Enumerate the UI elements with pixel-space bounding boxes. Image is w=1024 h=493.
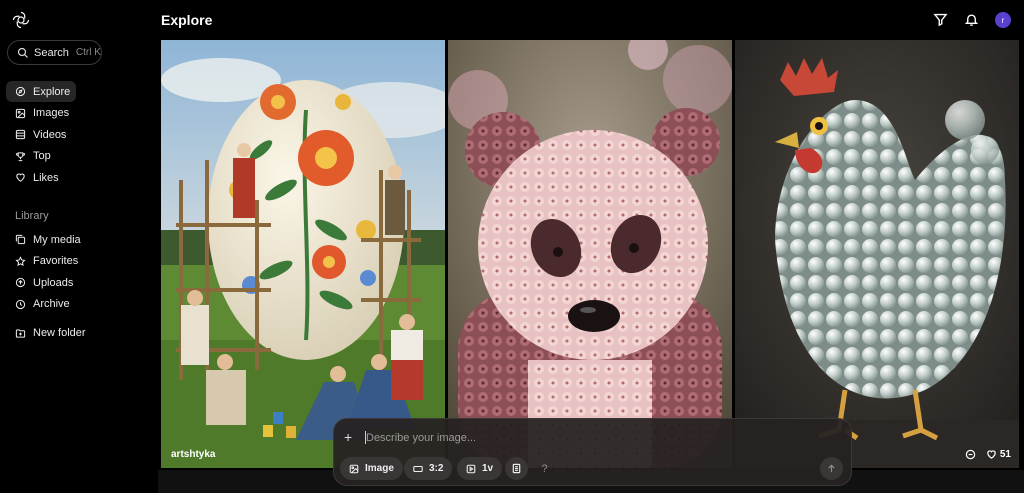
play-icon — [466, 464, 476, 473]
mode-selector[interactable]: Image — [340, 457, 403, 480]
library-item-my-media[interactable]: My media — [6, 229, 149, 250]
panda-image — [448, 40, 732, 468]
tile-author[interactable]: artshtyka — [171, 449, 215, 460]
filter-icon[interactable] — [933, 12, 948, 27]
nav-label: Archive — [33, 298, 70, 311]
submit-button[interactable] — [820, 457, 843, 480]
library-item-archive[interactable]: Archive — [6, 294, 149, 315]
search-button[interactable]: Search Ctrl K — [7, 40, 102, 65]
library-item-new-folder[interactable]: New folder — [6, 323, 149, 344]
mode-label: Image — [365, 463, 394, 474]
nav-label: Favorites — [33, 255, 79, 268]
nav-label: My media — [33, 233, 81, 246]
nav-label: New folder — [33, 327, 86, 340]
sidebar: Search Ctrl K Explore Images Videos Top … — [0, 0, 155, 493]
nav-label: Top — [33, 150, 51, 163]
gallery-tile-chicken[interactable]: 51 — [735, 40, 1019, 468]
tile-stats: 51 — [965, 449, 1011, 460]
nav-item-images[interactable]: Images — [6, 103, 149, 124]
search-icon — [17, 47, 28, 58]
aspect-ratio-icon — [413, 465, 423, 472]
page-title: Explore — [161, 12, 213, 28]
nav-label: Videos — [33, 128, 67, 141]
library-title: Library — [15, 210, 49, 222]
like-count: 51 — [999, 449, 1011, 460]
aspect-ratio-label: 3:2 — [429, 463, 444, 474]
aspect-ratio-selector[interactable]: 3:2 — [404, 457, 453, 480]
video-icon — [15, 130, 26, 140]
library-item-uploads[interactable]: Uploads — [6, 272, 149, 293]
compass-icon — [15, 86, 26, 97]
archive-icon — [15, 299, 26, 309]
settings-button[interactable] — [505, 457, 528, 480]
help-button[interactable]: ? — [533, 457, 556, 480]
heart-icon — [987, 450, 996, 459]
like-button[interactable]: 51 — [986, 449, 1011, 460]
nav-item-top[interactable]: Top — [6, 146, 149, 167]
arrow-up-icon — [828, 464, 835, 473]
bell-icon[interactable] — [964, 12, 979, 27]
prompt-input[interactable]: Describe your image... — [366, 432, 476, 444]
search-label: Search — [34, 46, 69, 59]
image-icon — [349, 464, 359, 473]
nav-label: Images — [33, 107, 70, 120]
prompt-box: + Describe your image... Image 3:2 1v ? — [333, 418, 852, 486]
gallery-tile-egg[interactable]: artshtyka — [161, 40, 445, 468]
library-item-favorites[interactable]: Favorites — [6, 251, 149, 272]
variations-label: 1v — [482, 463, 494, 474]
image-icon — [15, 108, 26, 118]
trophy-icon — [15, 152, 26, 161]
media-icon — [15, 234, 26, 245]
document-icon — [512, 463, 521, 474]
search-shortcut: Ctrl K — [75, 47, 101, 58]
variations-selector[interactable]: 1v — [457, 457, 503, 480]
library-nav: My media Favorites Uploads Archive New f… — [6, 229, 149, 344]
add-attachment-button[interactable]: + — [344, 429, 352, 445]
gallery-tile-panda[interactable] — [448, 40, 732, 468]
remix-icon[interactable] — [965, 449, 976, 460]
nav-item-videos[interactable]: Videos — [6, 124, 149, 145]
nav-item-explore[interactable]: Explore — [6, 81, 76, 102]
main-nav: Explore Images Videos Top Likes — [6, 81, 149, 189]
nav-label: Explore — [33, 85, 71, 98]
logo-icon[interactable] — [12, 11, 30, 29]
star-icon — [15, 255, 26, 266]
nav-label: Likes — [33, 171, 59, 184]
nav-label: Uploads — [33, 276, 74, 289]
chicken-image — [735, 40, 1019, 468]
avatar[interactable]: r — [995, 12, 1011, 28]
upload-icon — [15, 278, 26, 288]
egg-image — [161, 40, 445, 468]
heart-icon — [16, 173, 25, 183]
nav-item-likes[interactable]: Likes — [6, 167, 149, 188]
new-folder-icon — [15, 329, 26, 338]
